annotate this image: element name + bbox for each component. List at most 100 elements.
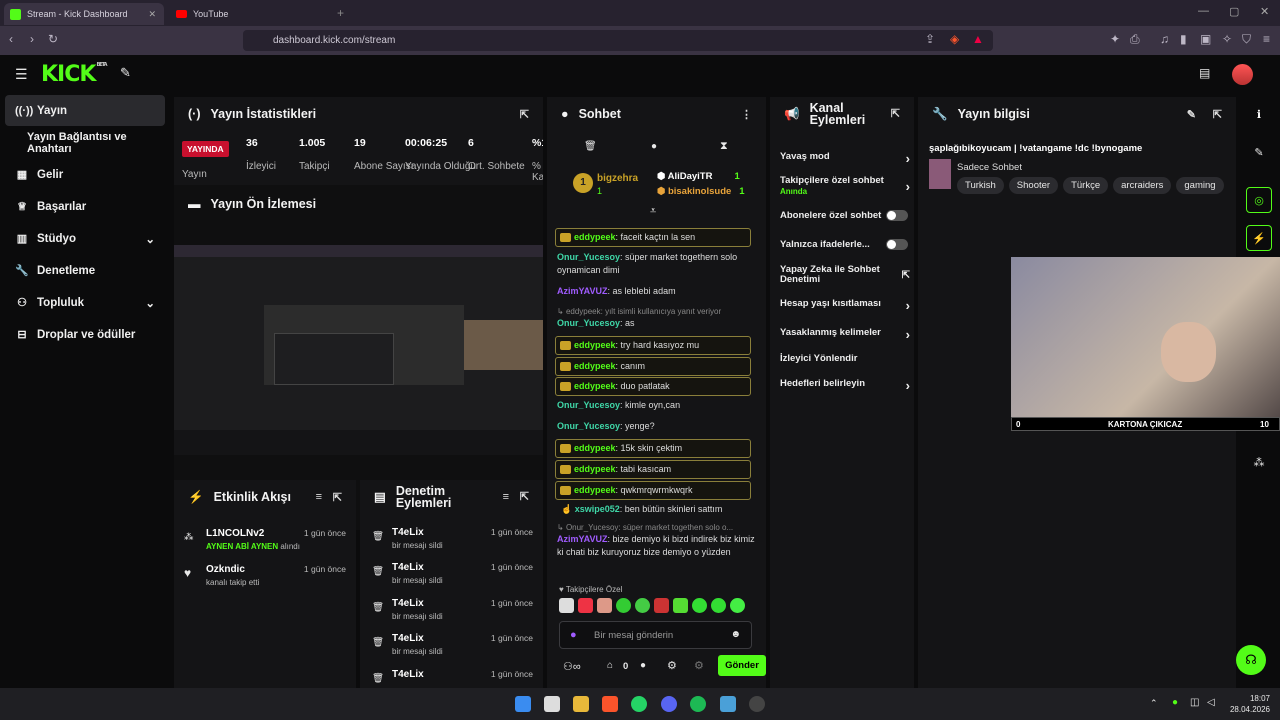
reload-icon[interactable]: ↻ <box>48 32 58 46</box>
close-tab-icon[interactable]: ✕ <box>148 9 156 20</box>
edit-icon[interactable]: ✎ <box>1246 139 1272 165</box>
brave-icon[interactable] <box>602 696 618 712</box>
sidebar-item-studyo[interactable]: ▥ Stüdyo ⌄ <box>5 223 165 254</box>
tag-chip[interactable]: arcraiders <box>1113 177 1172 194</box>
chat-user[interactable]: AzimYAVUZ <box>557 534 608 544</box>
sidebar-item-topluluk[interactable]: ⚇ Topluluk ⌄ <box>5 287 165 318</box>
sidebar-item-droplar[interactable]: ⊟ Droplar ve ödüller <box>5 319 165 350</box>
tag-chip[interactable]: Türkçe <box>1063 177 1109 194</box>
tag-chip[interactable]: Shooter <box>1008 177 1059 194</box>
target-icon[interactable]: ◎ <box>1246 187 1272 213</box>
toggle-switch[interactable] <box>886 239 908 250</box>
address-bar[interactable]: dashboard.kick.com/stream <box>243 30 993 51</box>
emote-icon[interactable] <box>597 598 612 613</box>
pin-icon[interactable]: ✎ <box>120 65 131 81</box>
leo-icon[interactable]: ✧ <box>1222 32 1232 46</box>
action-account-age[interactable]: Hesap yaşı kısıtlaması › <box>780 298 910 313</box>
sidebar-item-yayin[interactable]: ((·)) Yayın <box>5 95 165 126</box>
support-icon[interactable]: ☊ <box>1236 645 1266 675</box>
gift-icon[interactable]: ▤ <box>1199 66 1210 80</box>
whatsapp-icon[interactable] <box>631 696 647 712</box>
chat-user[interactable]: Onur_Yucesoy <box>557 421 620 431</box>
chat-bubble-icon[interactable]: ● <box>640 660 646 671</box>
start-icon[interactable] <box>515 696 531 712</box>
settings-icon[interactable]: ⚙ <box>667 659 677 672</box>
sidebar-item-gelir[interactable]: ▦ Gelir <box>5 159 165 190</box>
emote-icon[interactable] <box>692 598 707 613</box>
chat-user[interactable]: eddypeek <box>574 443 616 453</box>
chat-user[interactable]: eddypeek <box>574 340 616 350</box>
bolt-icon[interactable]: ⚡ <box>1246 225 1272 251</box>
store-icon[interactable]: ⌂ <box>607 660 613 671</box>
popout-icon[interactable]: ⇱ <box>891 108 900 120</box>
chat-user[interactable]: eddypeek <box>574 361 616 371</box>
chat-user[interactable]: Onur_Yucesoy <box>557 252 620 262</box>
chat-user[interactable]: eddypeek <box>574 485 616 495</box>
emote-icon[interactable] <box>654 598 669 613</box>
menu-icon[interactable]: ≡ <box>1263 32 1270 46</box>
popout-icon[interactable]: ⇱ <box>1213 108 1222 121</box>
share-icon[interactable]: ⇪ <box>925 32 935 46</box>
community-icon[interactable]: ⚇∞ <box>563 660 581 673</box>
extensions-icon[interactable]: ✦ <box>1110 32 1120 46</box>
tab-kick-dashboard[interactable]: Stream - Kick Dashboard ✕ <box>4 3 164 25</box>
discord-icon[interactable] <box>661 696 677 712</box>
emote-icon[interactable] <box>673 598 688 613</box>
file-explorer-icon[interactable] <box>573 696 589 712</box>
rewards-icon[interactable]: ▲ <box>972 32 984 46</box>
tab-youtube[interactable]: YouTube <box>170 3 330 25</box>
wallet-icon[interactable]: ▣ <box>1200 32 1211 46</box>
collapse-icon[interactable]: ⩡ <box>650 205 656 218</box>
chat-user[interactable]: Onur_Yucesoy <box>557 400 620 410</box>
action-banned-words[interactable]: Yasaklanmış kelimeler › <box>780 327 910 342</box>
obs-icon[interactable] <box>749 696 765 712</box>
music-icon[interactable]: ♫ <box>1160 32 1169 46</box>
mic-icon[interactable]: ● <box>1172 697 1178 708</box>
minimize-icon[interactable]: — <box>1198 5 1209 17</box>
clock[interactable]: 18:07 28.04.2026 <box>1222 693 1270 715</box>
maximize-icon[interactable]: ▢ <box>1229 5 1239 18</box>
action-slow-mode[interactable]: Yavaş mod › <box>780 151 910 166</box>
action-host[interactable]: İzleyici Yönlendir <box>780 353 908 364</box>
forward-icon[interactable]: › <box>30 32 34 46</box>
chat-bubble-icon[interactable]: ● <box>651 141 657 152</box>
new-tab-icon[interactable]: + <box>337 6 344 20</box>
volume-icon[interactable]: ◁ <box>1207 697 1215 708</box>
popout-icon[interactable]: ⇱ <box>520 491 529 503</box>
emote-icon[interactable] <box>711 598 726 613</box>
popout-icon[interactable]: ⇱ <box>520 108 529 121</box>
send-button[interactable]: Gönder <box>718 655 766 676</box>
community-icon[interactable]: ⁂ <box>1246 449 1272 475</box>
action-followers-only[interactable]: Takipçilere özel sohbet Anında › <box>780 175 910 197</box>
brave-shield-icon[interactable]: ◈ <box>950 32 959 46</box>
screenshot-icon[interactable]: ⎙ <box>1130 32 1140 47</box>
emote-icon[interactable] <box>730 598 745 613</box>
filter-icon[interactable]: ≡ <box>503 491 509 503</box>
emoji-icon[interactable]: ☻ <box>730 629 741 640</box>
toggle-switch[interactable] <box>886 210 908 221</box>
task-view-icon[interactable] <box>544 696 560 712</box>
action-emote-only[interactable]: Yalnızca ifadelerle... <box>780 239 908 250</box>
hourglass-icon[interactable]: ⧗ <box>720 140 728 153</box>
window-close-icon[interactable]: ✕ <box>1260 5 1269 18</box>
stream-preview-video[interactable] <box>174 245 543 455</box>
avatar[interactable] <box>1232 64 1253 85</box>
action-subscribers-only[interactable]: Abonelere özel sohbet <box>780 210 908 221</box>
sidebar-icon[interactable]: ▮ <box>1180 32 1187 46</box>
chat-user[interactable]: AzimYAVUZ <box>557 286 608 296</box>
chat-user[interactable]: eddypeek <box>574 232 616 242</box>
sidebar-item-stream-key[interactable]: Yayın Bağlantısı ve Anahtarı <box>5 127 165 158</box>
emote-icon[interactable] <box>616 598 631 613</box>
gear-icon[interactable]: ⚙ <box>694 659 704 672</box>
chat-user[interactable]: Onur_Yucesoy <box>557 318 620 328</box>
emote-icon[interactable] <box>578 598 593 613</box>
hamburger-menu-icon[interactable]: ☰ <box>15 66 28 83</box>
chat-user[interactable]: eddypeek <box>574 464 616 474</box>
trash-icon[interactable]: 🗑 <box>584 141 597 152</box>
back-icon[interactable]: ‹ <box>9 32 13 46</box>
spotify-icon[interactable] <box>690 696 706 712</box>
network-icon[interactable]: ◫ <box>1190 697 1199 708</box>
kick-logo[interactable]: KICKBETA <box>41 62 108 87</box>
app-icon[interactable] <box>720 696 736 712</box>
popout-icon[interactable]: ⇱ <box>333 491 342 504</box>
